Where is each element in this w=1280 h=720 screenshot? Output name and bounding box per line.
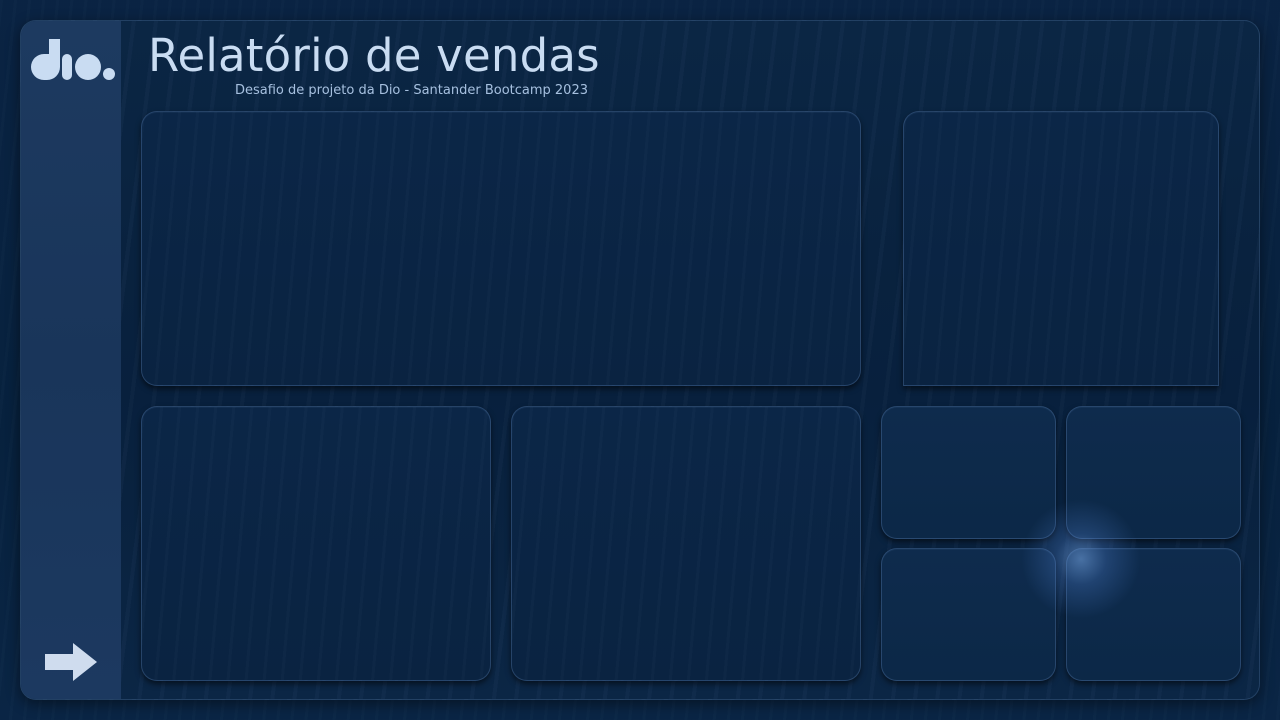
dio-logo (31, 39, 115, 80)
report-canvas: Relatório de vendas Desafio de projeto d… (0, 0, 1280, 720)
chart-panel-bottom-left[interactable] (141, 406, 491, 681)
page-subtitle: Desafio de projeto da Dio - Santander Bo… (235, 83, 588, 98)
kpi-card-2[interactable] (1066, 406, 1241, 539)
kpi-card-3[interactable] (881, 548, 1056, 681)
report-frame: Relatório de vendas Desafio de projeto d… (20, 20, 1260, 700)
arrow-right-icon[interactable] (43, 641, 99, 683)
sidebar (21, 21, 121, 699)
kpi-card-4[interactable] (1066, 548, 1241, 681)
chart-panel-bottom-middle[interactable] (511, 406, 861, 681)
kpi-card-1[interactable] (881, 406, 1056, 539)
page-title: Relatório de vendas (148, 29, 600, 82)
chart-panel-top-right[interactable] (903, 111, 1219, 386)
chart-panel-main[interactable] (141, 111, 861, 386)
